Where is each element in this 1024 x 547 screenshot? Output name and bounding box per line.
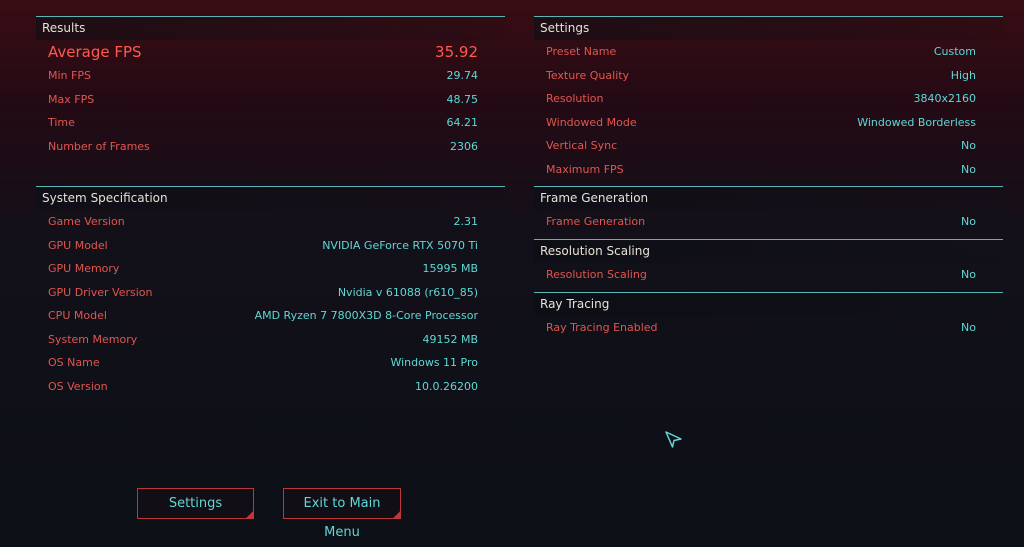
- system-row: GPU Driver Version Nvidia v 61088 (r610_…: [36, 281, 505, 305]
- system-row: OS Version 10.0.26200: [36, 375, 505, 399]
- system-row: CPU Model AMD Ryzen 7 7800X3D 8-Core Pro…: [36, 304, 505, 328]
- settings-value: High: [950, 68, 976, 82]
- system-row: GPU Memory 15995 MB: [36, 257, 505, 281]
- system-row: System Memory 49152 MB: [36, 328, 505, 352]
- settings-header: Settings: [534, 16, 1003, 40]
- resolution-scaling-value: No: [961, 268, 976, 281]
- pointer-arrow-icon: [665, 431, 682, 448]
- settings-value: No: [961, 162, 976, 176]
- system-row: Game Version 2.31: [36, 210, 505, 234]
- system-value: 2.31: [453, 215, 479, 228]
- settings-row: Vertical Sync No: [534, 134, 1003, 158]
- ray-tracing-row: Ray Tracing Enabled No: [534, 316, 1003, 340]
- settings-label: Preset Name: [546, 45, 617, 58]
- settings-row: Windowed Mode Windowed Borderless: [534, 111, 1003, 135]
- system-label: OS Version: [48, 379, 108, 393]
- result-label: Time: [48, 116, 75, 129]
- system-label: System Memory: [48, 332, 138, 346]
- system-label: Game Version: [48, 215, 125, 228]
- frame-generation-row: Frame Generation No: [534, 210, 1003, 234]
- result-row-average-fps: Average FPS 35.92: [36, 40, 505, 64]
- settings-value: No: [961, 139, 976, 152]
- result-value: 64.21: [446, 116, 479, 129]
- result-row-frames: Number of Frames 2306: [36, 135, 505, 159]
- system-label: GPU Memory: [48, 262, 120, 275]
- system-value: 15995 MB: [422, 262, 478, 275]
- exit-main-menu-button[interactable]: Exit to Main Menu: [283, 488, 401, 540]
- settings-value: Windowed Borderless: [857, 115, 976, 129]
- settings-label: Maximum FPS: [546, 162, 624, 176]
- result-value: 35.92: [435, 43, 478, 61]
- system-value: 10.0.26200: [415, 379, 478, 393]
- system-row: GPU Model NVIDIA GeForce RTX 5070 Ti: [36, 234, 505, 258]
- resolution-scaling-row: Resolution Scaling No: [534, 263, 1003, 287]
- result-row-max-fps: Max FPS 48.75: [36, 88, 505, 112]
- ray-tracing-header: Ray Tracing: [534, 292, 1003, 316]
- system-value: NVIDIA GeForce RTX 5070 Ti: [322, 238, 478, 252]
- resolution-scaling-panel: Resolution Scaling Resolution Scaling No: [534, 239, 1003, 287]
- result-value: 48.75: [446, 92, 479, 106]
- result-label: Min FPS: [48, 69, 91, 82]
- settings-value: 3840x2160: [913, 92, 977, 105]
- result-row-time: Time 64.21: [36, 111, 505, 135]
- frame-generation-value: No: [961, 215, 976, 228]
- settings-label: Resolution: [546, 92, 604, 105]
- system-value: Nvidia v 61088 (r610_85): [337, 285, 478, 299]
- result-label: Max FPS: [48, 92, 95, 106]
- ray-tracing-panel: Ray Tracing Ray Tracing Enabled No: [534, 292, 1003, 340]
- resolution-scaling-header: Resolution Scaling: [534, 239, 1003, 263]
- result-label: Average FPS: [48, 43, 142, 61]
- ray-tracing-label: Ray Tracing Enabled: [546, 321, 658, 334]
- result-label: Number of Frames: [48, 139, 150, 153]
- system-panel: System Specification Game Version 2.31 G…: [36, 186, 505, 398]
- system-label: GPU Driver Version: [48, 285, 153, 299]
- system-label: OS Name: [48, 356, 100, 369]
- settings-label: Vertical Sync: [546, 139, 618, 152]
- frame-generation-header: Frame Generation: [534, 186, 1003, 210]
- settings-value: Custom: [933, 45, 976, 58]
- system-header: System Specification: [36, 186, 505, 210]
- settings-label: Windowed Mode: [546, 115, 637, 129]
- result-row-min-fps: Min FPS 29.74: [36, 64, 505, 88]
- resolution-scaling-label: Resolution Scaling: [546, 268, 647, 281]
- settings-row: Maximum FPS No: [534, 158, 1003, 182]
- settings-row: Texture Quality High: [534, 64, 1003, 88]
- settings-label: Texture Quality: [546, 68, 630, 82]
- system-value: 49152 MB: [422, 332, 478, 346]
- settings-button[interactable]: Settings: [137, 488, 254, 519]
- frame-generation-panel: Frame Generation Frame Generation No: [534, 186, 1003, 234]
- results-header: Results: [36, 16, 505, 40]
- settings-row: Preset Name Custom: [534, 40, 1003, 64]
- result-value: 2306: [450, 139, 478, 153]
- system-value: AMD Ryzen 7 7800X3D 8-Core Processor: [254, 309, 478, 322]
- frame-generation-label: Frame Generation: [546, 215, 646, 228]
- result-value: 29.74: [446, 69, 479, 82]
- settings-row: Resolution 3840x2160: [534, 87, 1003, 111]
- ray-tracing-value: No: [961, 321, 976, 334]
- system-row: OS Name Windows 11 Pro: [36, 351, 505, 375]
- settings-panel: Settings Preset Name Custom Texture Qual…: [534, 16, 1003, 181]
- system-value: Windows 11 Pro: [390, 356, 478, 369]
- system-label: CPU Model: [48, 309, 107, 322]
- results-panel: Results Average FPS 35.92 Min FPS 29.74 …: [36, 16, 505, 158]
- system-label: GPU Model: [48, 238, 108, 252]
